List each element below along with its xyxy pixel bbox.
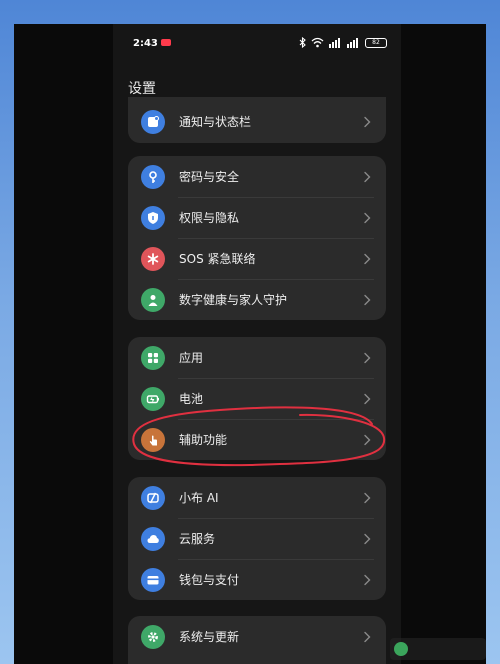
signal-1-icon xyxy=(329,38,340,48)
status-icons: 82 xyxy=(299,37,387,48)
settings-group: 通知与状态栏 xyxy=(128,97,386,143)
watermark-logo-icon xyxy=(394,642,408,656)
settings-item-label: 系统与更新 xyxy=(179,630,240,644)
page-title: 设置 xyxy=(128,81,156,97)
settings-group: 密码与安全权限与隐私 SOS 紧急联络数字健康与家人守护 xyxy=(128,156,386,320)
status-bar: 2:43 82 xyxy=(113,24,401,64)
apps-grid-icon xyxy=(141,345,165,370)
notification-icon xyxy=(141,109,165,134)
settings-item[interactable]: 权限与隐私 xyxy=(128,197,386,238)
settings-item[interactable]: 钱包与支付 xyxy=(128,559,386,600)
chevron-right-icon xyxy=(360,252,374,266)
settings-item[interactable]: 系统与更新 xyxy=(128,616,386,657)
battery-indicator: 82 xyxy=(365,37,387,48)
chevron-right-icon xyxy=(360,573,374,587)
bluetooth-icon xyxy=(299,37,306,48)
settings-item-label: 密码与安全 xyxy=(179,170,240,184)
chevron-right-icon xyxy=(360,351,374,365)
settings-group: 系统与更新 xyxy=(128,616,386,664)
settings-group: 应用 电池 辅助功能 xyxy=(128,337,386,460)
chevron-right-icon xyxy=(360,211,374,225)
asterisk-icon xyxy=(141,246,165,271)
settings-item-label: 钱包与支付 xyxy=(179,573,240,587)
settings-item-label: 小布 AI xyxy=(179,491,219,505)
shield-icon xyxy=(141,205,165,230)
settings-item[interactable]: 电池 xyxy=(128,378,386,419)
settings-item-label: 云服务 xyxy=(179,532,216,546)
wallet-icon xyxy=(141,567,165,592)
battery-icon xyxy=(141,386,165,411)
gear-icon xyxy=(141,624,165,649)
settings-item[interactable]: 通知与状态栏 xyxy=(128,101,386,142)
settings-item-label: 数字健康与家人守护 xyxy=(179,293,288,307)
person-leaf-icon xyxy=(141,287,165,312)
settings-item[interactable]: 小布 AI xyxy=(128,477,386,518)
settings-item[interactable]: 数字健康与家人守护 xyxy=(128,279,386,320)
chevron-right-icon xyxy=(360,293,374,307)
chevron-right-icon xyxy=(360,491,374,505)
chevron-right-icon xyxy=(360,392,374,406)
ai-assistant-icon xyxy=(141,485,165,510)
chevron-right-icon xyxy=(360,170,374,184)
watermark xyxy=(390,638,486,660)
chevron-right-icon xyxy=(360,433,374,447)
settings-item-label: 辅助功能 xyxy=(179,433,228,447)
hand-touch-icon xyxy=(141,427,165,452)
wifi-icon xyxy=(311,37,324,48)
settings-item-label: 应用 xyxy=(179,351,204,365)
status-time: 2:43 xyxy=(133,38,158,49)
settings-item[interactable]: SOS 紧急联络 xyxy=(128,238,386,279)
signal-2-icon xyxy=(347,38,358,48)
settings-item-label: 通知与状态栏 xyxy=(179,115,252,129)
settings-item[interactable]: 密码与安全 xyxy=(128,156,386,197)
settings-item-label: 电池 xyxy=(179,392,204,406)
cloud-icon xyxy=(141,526,165,551)
chevron-right-icon xyxy=(360,532,374,546)
chevron-right-icon xyxy=(360,630,374,644)
settings-item[interactable]: 应用 xyxy=(128,337,386,378)
settings-item-label: SOS 紧急联络 xyxy=(179,252,256,266)
settings-item[interactable]: 云服务 xyxy=(128,518,386,559)
chevron-right-icon xyxy=(360,115,374,129)
settings-item[interactable]: 辅助功能 xyxy=(128,419,386,460)
key-icon xyxy=(141,164,165,189)
settings-item-label: 权限与隐私 xyxy=(179,211,240,225)
recording-indicator-icon xyxy=(161,39,171,46)
phone-screen: 2:43 82 设置 通知与状态栏 密码与安全权限与隐私 SOS 紧急联络数字健康与… xyxy=(113,24,401,664)
settings-group: 小布 AI 云服务钱包与支付 xyxy=(128,477,386,600)
